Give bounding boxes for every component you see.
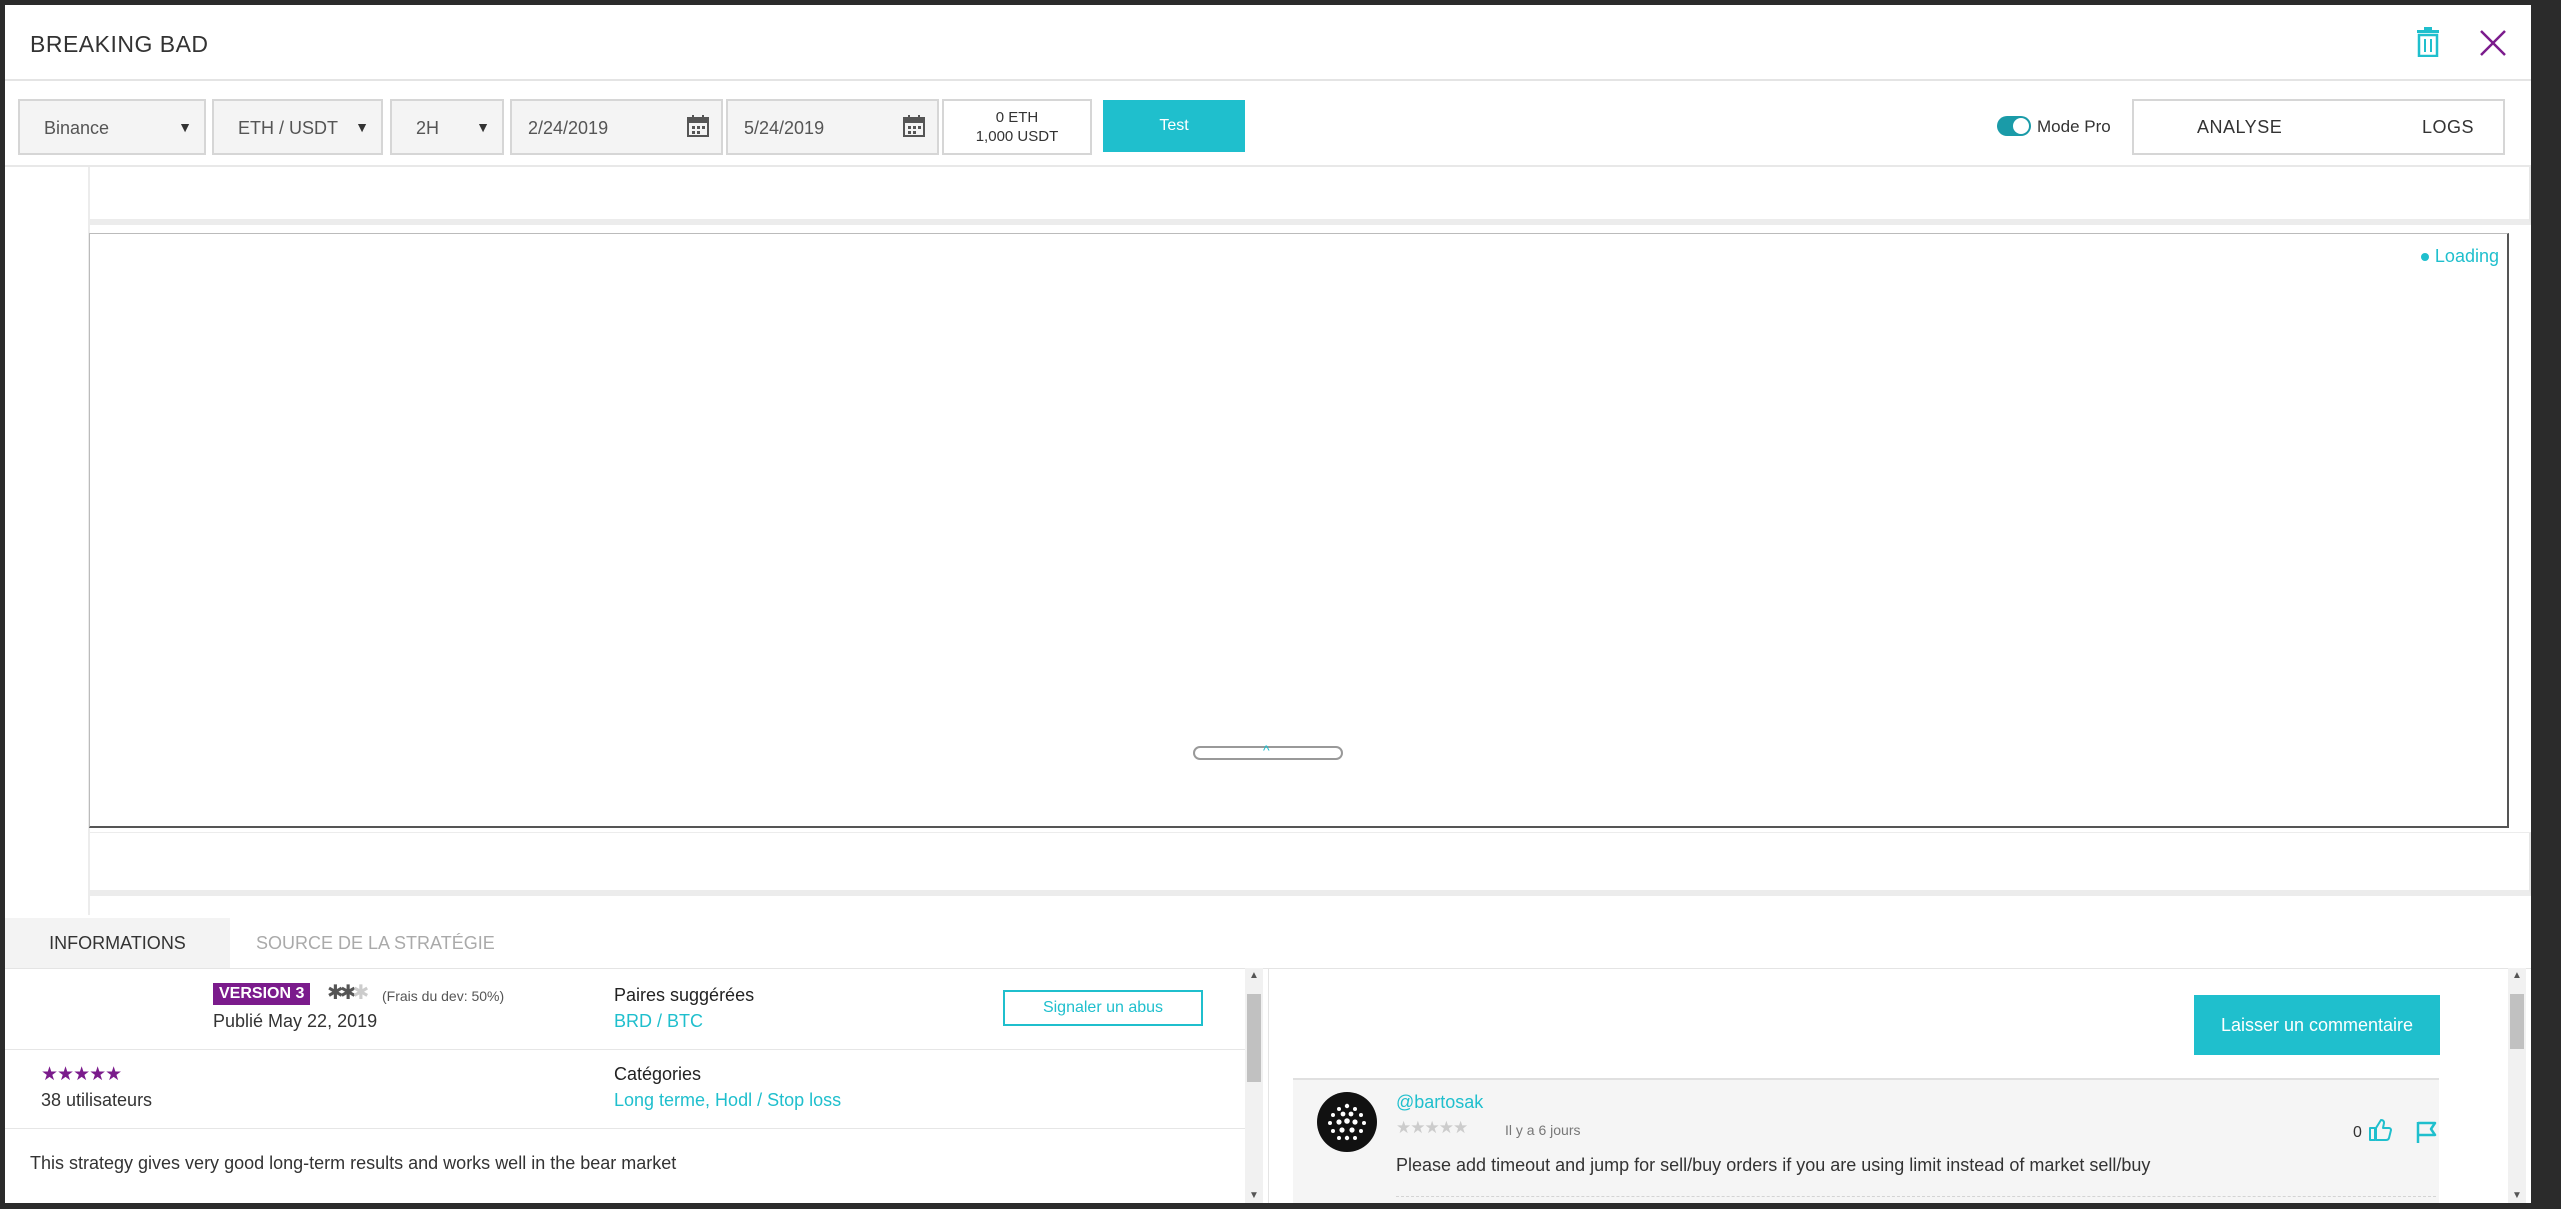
- tab-logs[interactable]: LOGS: [2422, 117, 2474, 138]
- leave-comment-button[interactable]: Laisser un commentaire: [2194, 995, 2440, 1055]
- caret-down-icon: ▼: [476, 119, 490, 135]
- analyse-logs-tabs: ANALYSE LOGS: [2132, 99, 2505, 155]
- calendar-icon[interactable]: [687, 115, 709, 142]
- dev-icon: ✱✱✱: [327, 982, 369, 1004]
- info-tabs: INFORMATIONS SOURCE DE LA STRATÉGIE: [5, 918, 2531, 969]
- caret-down-icon: ▼: [355, 119, 369, 135]
- mode-pro-toggle[interactable]: [1997, 116, 2031, 136]
- version-badge: VERSION 3: [213, 983, 311, 1005]
- pair-value: ETH / USDT: [238, 118, 339, 138]
- comment-divider: [1396, 1196, 2436, 1197]
- backtest-toolbar: Binance ▼ ETH / USDT ▼ 2H ▼ 2/24/2019 5/…: [5, 83, 2531, 167]
- indicator-strip-top: [89, 167, 2531, 225]
- categories-heading: Catégories: [614, 1064, 702, 1084]
- info-scrollbar[interactable]: ▲ ▼: [1245, 968, 1263, 1203]
- title-bar: BREAKING BAD: [5, 5, 2531, 81]
- tab-analyse[interactable]: ANALYSE: [2197, 117, 2282, 138]
- comments-scrollbar[interactable]: ▲ ▼: [2508, 968, 2526, 1203]
- end-date-input[interactable]: 5/24/2019: [726, 99, 939, 155]
- pairs-link[interactable]: BRD / BTC: [614, 1011, 703, 1032]
- exchange-select[interactable]: Binance ▼: [18, 99, 206, 155]
- comment-text: Please add timeout and jump for sell/buy…: [1396, 1155, 2151, 1175]
- balance-usdt: 1,000 USDT: [975, 128, 1059, 145]
- price-chart[interactable]: Loading: [89, 233, 2509, 828]
- rating-stars: ★★★★★: [41, 1064, 122, 1085]
- divider: [5, 1049, 1245, 1050]
- scroll-down-icon[interactable]: ▼: [1249, 1190, 1259, 1201]
- tab-informations[interactable]: INFORMATIONS: [5, 918, 230, 968]
- scroll-up-icon[interactable]: ▲: [1249, 970, 1259, 981]
- timeframe-select[interactable]: 2H ▼: [390, 99, 504, 155]
- chart-area: Loading: [5, 167, 2531, 915]
- toggle-knob: [2013, 118, 2029, 134]
- start-date-input[interactable]: 2/24/2019: [510, 99, 723, 155]
- caret-down-icon: ▼: [178, 119, 192, 135]
- balance-eth: 0 ETH: [995, 109, 1039, 126]
- thumbs-up-icon[interactable]: [2368, 1118, 2392, 1147]
- timeframe-value: 2H: [416, 118, 440, 138]
- scroll-up-icon[interactable]: ▲: [2512, 970, 2522, 981]
- dev-fee: (Frais du dev: 50%): [382, 988, 505, 1004]
- comment-time: Il y a 6 jours: [1505, 1122, 1581, 1138]
- loading-label: Loading: [2434, 246, 2499, 266]
- panel-resize-handle[interactable]: ^: [1193, 742, 1343, 760]
- categories-link[interactable]: Long terme, Hodl / Stop loss: [614, 1090, 841, 1111]
- scroll-thumb[interactable]: [2510, 994, 2524, 1049]
- pair-select[interactable]: ETH / USDT ▼: [212, 99, 383, 155]
- published-date: Publié May 22, 2019: [213, 1011, 378, 1031]
- pairs-heading: Paires suggérées: [614, 985, 755, 1005]
- report-abuse-button[interactable]: Signaler un abus: [1003, 990, 1203, 1026]
- close-icon[interactable]: [2479, 29, 2507, 57]
- avatar[interactable]: [1317, 1092, 1377, 1152]
- chart-left-rail: [5, 167, 90, 915]
- scroll-thumb[interactable]: [1247, 994, 1261, 1082]
- trash-icon[interactable]: [2416, 27, 2440, 58]
- exchange-value: Binance: [44, 118, 110, 138]
- strategy-description: This strategy gives very good long-term …: [30, 1153, 677, 1173]
- balance-display: 0 ETH 1,000 USDT: [942, 99, 1092, 155]
- chevron-up-icon: ^: [1263, 742, 1270, 758]
- comment-author[interactable]: @bartosak: [1396, 1092, 1483, 1113]
- mode-pro-label: Mode Pro: [2037, 117, 2111, 136]
- divider: [5, 1128, 1245, 1129]
- strategy-modal: BREAKING BAD Binance ▼ ETH / USDT ▼ 2H ▼…: [5, 5, 2531, 1203]
- flag-icon[interactable]: [2415, 1120, 2439, 1149]
- end-date-value: 5/24/2019: [744, 118, 825, 138]
- strategy-info-panel: VERSION 3 ✱✱✱ (Frais du dev: 50%) Publié…: [5, 968, 1245, 1203]
- start-date-value: 2/24/2019: [528, 118, 609, 138]
- like-count: 0: [2353, 1124, 2362, 1141]
- indicator-strip-bottom: [89, 832, 2531, 896]
- test-button[interactable]: Test: [1103, 100, 1245, 152]
- loading-dot-icon: [2420, 253, 2429, 262]
- comment-item: @bartosak ★★★★★ Il y a 6 jours 0 Please …: [1293, 1078, 2439, 1203]
- scroll-down-icon[interactable]: ▼: [2512, 1190, 2522, 1201]
- tab-source[interactable]: SOURCE DE LA STRATÉGIE: [256, 918, 495, 968]
- calendar-icon[interactable]: [903, 115, 925, 142]
- modal-title: BREAKING BAD: [30, 31, 209, 57]
- comment-stars: ★★★★★: [1396, 1118, 1468, 1137]
- users-count: 38 utilisateurs: [41, 1090, 153, 1110]
- loading-indicator: Loading: [2420, 246, 2499, 267]
- comments-panel: Laisser un commentaire @bartosak ★★★★★ I…: [1268, 968, 2509, 1203]
